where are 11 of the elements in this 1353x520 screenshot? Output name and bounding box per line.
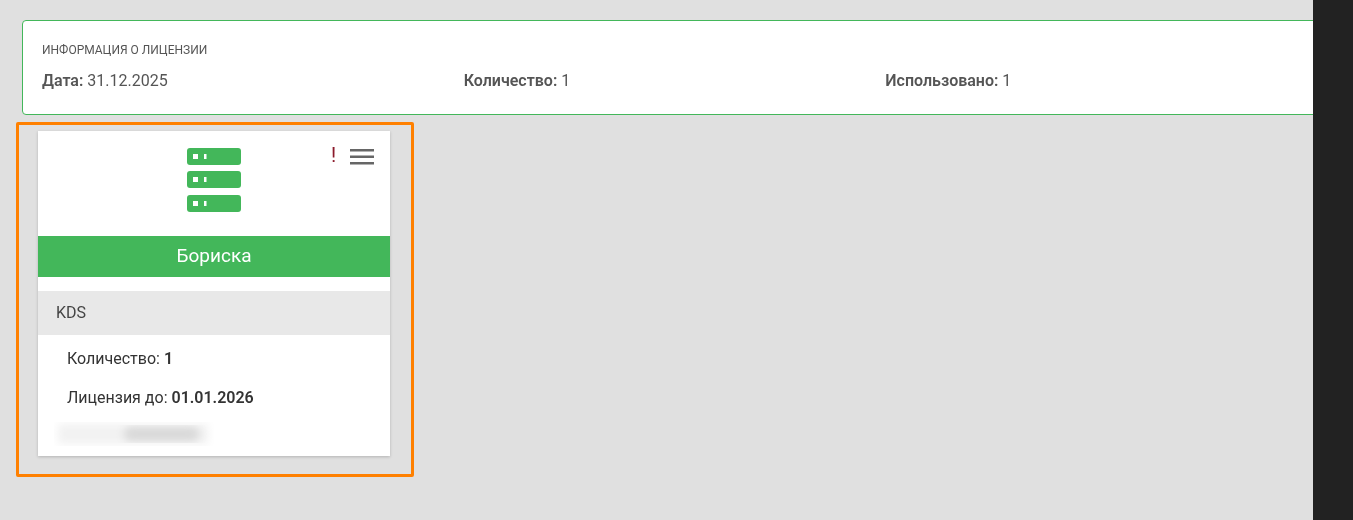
alert-mark: ! <box>331 143 337 167</box>
server-icon <box>187 148 241 214</box>
panel-title: ИНФОРМАЦИЯ О ЛИЦЕНЗИИ <box>42 42 209 59</box>
menu-icon[interactable] <box>350 149 374 165</box>
license-field: Использовано: 1 <box>885 69 1307 93</box>
detail-line: Количество: 1 <box>67 348 175 370</box>
detail-line: Лицензия до: 01.01.2026 <box>67 387 255 409</box>
license-field: Дата: 31.12.2025 <box>42 69 464 93</box>
license-field: Количество: 1 <box>463 69 886 93</box>
module-row: KDS <box>38 291 390 335</box>
device-name-bar: Бориска <box>38 236 390 277</box>
